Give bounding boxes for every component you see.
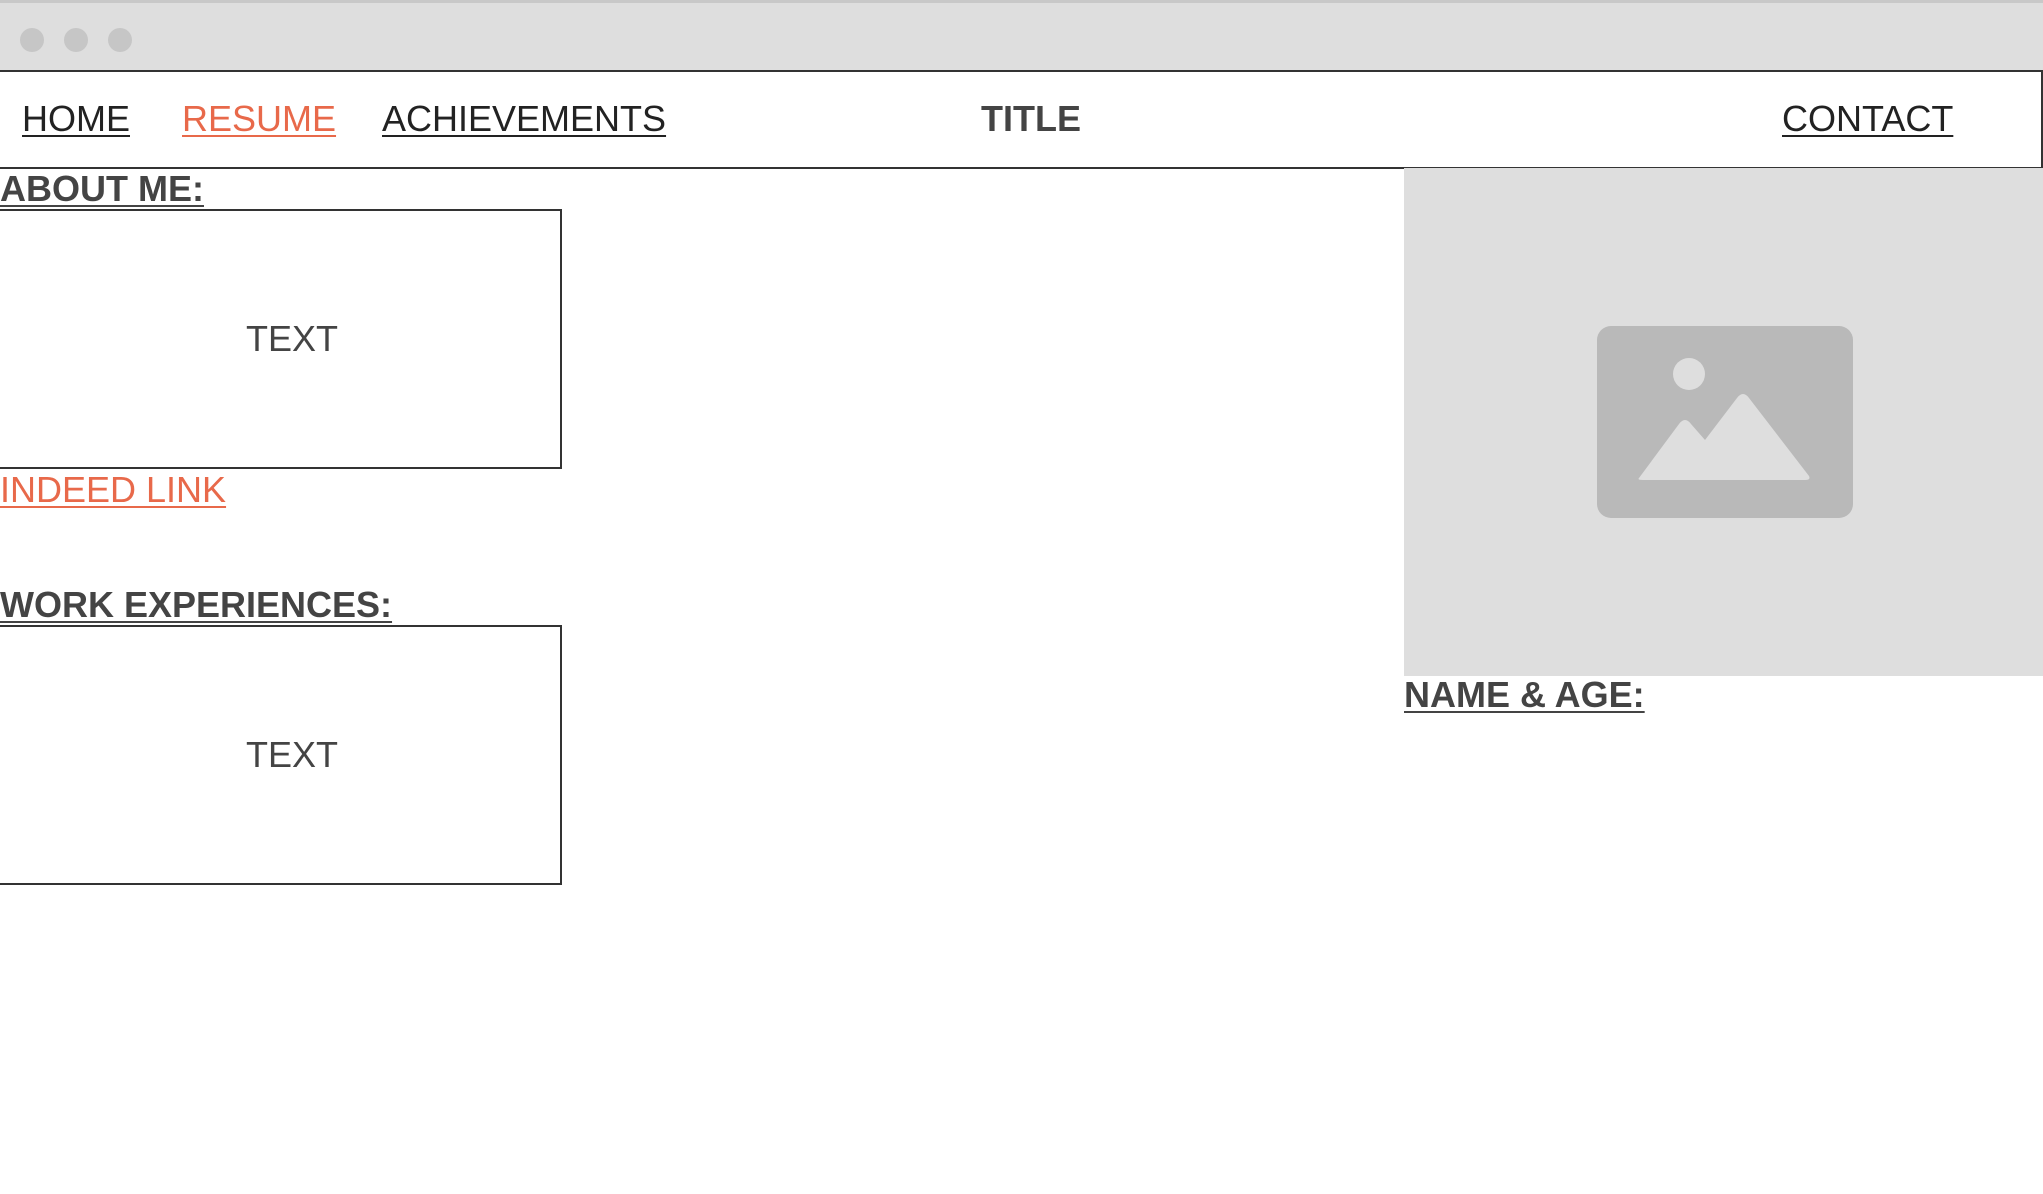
nav-resume-link[interactable]: RESUME <box>182 98 336 140</box>
indeed-link[interactable]: INDEED LINK <box>0 469 226 511</box>
work-experiences-text: TEXT <box>245 734 338 775</box>
work-experiences-heading: WORK EXPERIENCES: <box>0 584 393 625</box>
window-minimize-dot[interactable] <box>64 28 88 52</box>
name-age-heading: NAME & AGE: <box>1404 674 1645 715</box>
top-navigation-bar: HOME RESUME ACHIEVEMENTS TITLE CONTACT <box>0 70 2043 169</box>
image-placeholder-icon <box>1597 326 1853 518</box>
nav-achievements-link[interactable]: ACHIEVEMENTS <box>382 98 666 140</box>
work-experiences-text-box: TEXT <box>0 625 562 885</box>
about-me-heading: ABOUT ME: <box>0 168 204 209</box>
about-me-text-box: TEXT <box>0 209 562 469</box>
page-title: TITLE <box>981 98 1081 139</box>
about-me-text: TEXT <box>245 318 338 359</box>
profile-image-placeholder <box>1404 168 2043 676</box>
browser-chrome <box>0 0 2043 70</box>
nav-contact-link[interactable]: CONTACT <box>1782 98 1953 140</box>
window-maximize-dot[interactable] <box>108 28 132 52</box>
window-close-dot[interactable] <box>20 28 44 52</box>
nav-home-link[interactable]: HOME <box>22 98 130 140</box>
